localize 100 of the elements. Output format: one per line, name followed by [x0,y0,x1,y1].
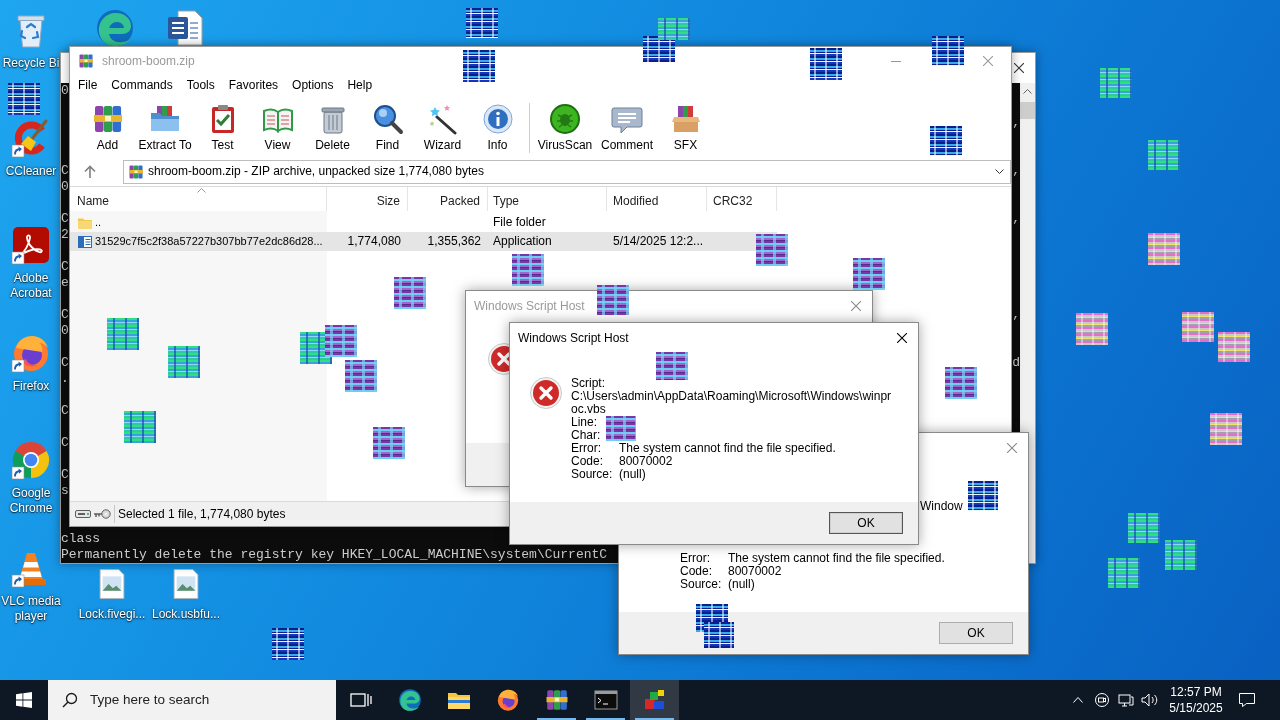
search-field[interactable]: Type here to search [90,691,330,709]
menu-item[interactable]: Tools [179,75,222,95]
dialog-title: Windows Script Host [518,330,629,346]
console-text: , [1012,211,1020,227]
field-value: The system cannot find the file specified. [728,552,945,565]
glitch-artifact-icon [1210,413,1242,445]
minimize-icon[interactable] [891,60,901,62]
glitch-artifact-icon [1182,312,1214,342]
file-type: Application [493,234,552,248]
glitch-artifact-icon [8,83,40,115]
comment-button[interactable]: Comment [596,103,658,153]
glitch-artifact-icon [643,36,675,62]
view-button[interactable]: View [250,103,305,153]
field-label: Line: [571,416,599,429]
clock-date[interactable]: 5/15/2025 [1162,700,1230,716]
glitch-artifact-icon [656,352,688,380]
glitch-artifact-icon [1108,558,1140,588]
info-button[interactable]: Info [470,103,525,153]
field-value: The system cannot find the file specified. [619,442,836,455]
script-path: oc.vbs [571,403,606,416]
file-row[interactable]: 31529c7f5c2f38a57227b307bb77e2dc86d28... 1,774,080 1,355,362 Application 5/14/2025 12:2... [70,232,777,251]
test-button[interactable]: Test [195,103,250,153]
glitch-artifact-icon [696,604,728,632]
glitch-artifact-icon [168,346,200,378]
glitch-artifact-icon [606,416,636,441]
console-text: C [61,467,69,483]
console-text: C [61,163,69,179]
field-label: Source: [571,468,614,481]
search-bar[interactable]: Type here to search [48,680,336,720]
dialog-title: Windows Script Host [474,298,585,314]
bug-icon [549,103,581,135]
field-label: Source: [680,578,723,591]
console-text: C [61,307,69,323]
close-icon[interactable] [1014,63,1024,73]
file-row[interactable]: .. File folder [70,213,777,232]
menu-item[interactable]: Favorites [221,75,286,95]
extract-button[interactable]: Extract To [135,103,195,153]
menu-item[interactable]: File [71,75,105,95]
drive-icon [75,509,91,519]
document-icon[interactable] [165,8,205,48]
chevron-down-icon[interactable] [995,169,1004,174]
virus-scan-button[interactable]: VirusScan [534,103,596,153]
field-value: 80070002 [619,455,673,468]
glitch-artifact-icon [853,258,885,290]
ok-button[interactable]: OK [829,512,903,534]
menu-item[interactable]: Help [340,75,380,95]
console-text: , [1012,163,1020,179]
archive-icon [78,53,94,69]
wizard-button[interactable]: Wizard [415,103,470,153]
colored-blocks-icon [642,688,667,712]
field-label: Error: [680,552,711,565]
delete-button[interactable]: Delete [305,103,360,153]
application-icon [77,233,93,250]
scroll-up-icon[interactable] [1023,89,1032,94]
find-button[interactable]: Find [360,103,415,153]
field-value: (null) [619,468,646,481]
terminal-icon [593,688,618,712]
console-text: class [61,531,100,547]
glitch-artifact-icon [272,628,304,660]
modified-date: 5/14/2025 12:2... [613,234,704,248]
webcam-icon[interactable] [1094,692,1110,708]
glitch-artifact-icon [1148,140,1180,170]
close-icon[interactable] [897,333,907,343]
glitch-artifact-icon [300,332,332,364]
speaker-icon[interactable] [1141,692,1159,708]
sfx-button[interactable]: SFX [658,103,713,153]
ok-button[interactable]: OK [939,622,1013,644]
file-type: File folder [493,215,546,229]
add-button[interactable]: Add [80,103,135,153]
up-arrow-icon[interactable] [84,164,96,179]
glitch-artifact-icon [968,481,998,511]
sort-caret-icon [197,188,206,193]
file-size: 1,774,080 [347,234,401,248]
console-text: , [1012,115,1020,131]
clock-time[interactable]: 12:57 PM [1162,684,1230,700]
browser-icon[interactable] [95,8,135,48]
status-text: Selected 1 file, 1,774,080 bytes [118,506,286,522]
chevron-up-icon[interactable] [1073,697,1083,703]
field-value: (null) [728,578,755,591]
glitch-artifact-icon [930,126,962,156]
search-icon [371,103,404,135]
glitch-artifact-icon [107,318,139,350]
console-text: Permanently delete the registry key HKEY_LOCAL_MACHINE\system\CurrentC [61,547,608,563]
notification-icon[interactable] [1238,691,1256,709]
console-text: s [61,483,69,499]
console-text: C [61,403,69,419]
address-field[interactable]: shroom-boom.zip - ZIP archive, unpacked size 1,774,080 bytes [123,159,1011,184]
glitch-artifact-icon [373,427,405,459]
menu-item[interactable]: Commands [104,75,180,95]
taskbar-button[interactable] [630,680,679,720]
field-label: Error: [571,442,602,455]
glitch-artifact-icon [1218,332,1250,362]
scrollbar-thumb[interactable] [1020,102,1035,119]
menu-item[interactable]: Options [285,75,341,95]
file-name: 31529c7f5c2f38a57227b307bb77e2dc86d28... [95,234,323,249]
glitch-artifact-icon [1128,513,1160,543]
field-label: Script: [571,377,606,390]
script-path: C:\Users\admin\AppData\Roaming\Microsoft\Windows\winpr [571,390,892,403]
network-icon[interactable] [1118,692,1134,708]
glitch-artifact-icon [466,8,498,38]
